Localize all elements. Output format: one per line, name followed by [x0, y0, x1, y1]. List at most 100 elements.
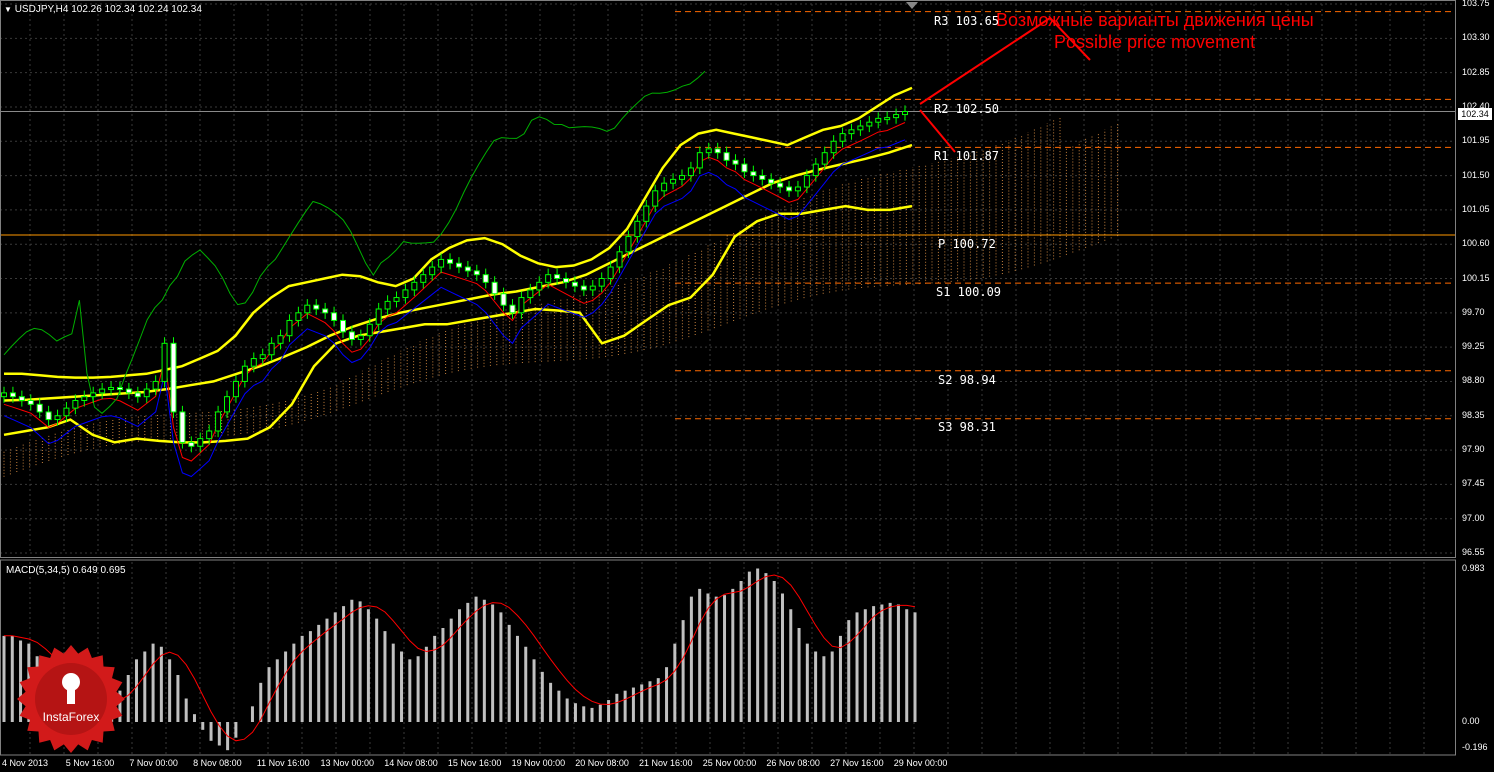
bull-candle [304, 304, 311, 314]
bull-candle [678, 175, 685, 180]
bear-candle [313, 304, 320, 310]
bull-candle [545, 274, 552, 283]
bull-candle [384, 300, 391, 310]
bear-candle [188, 441, 195, 447]
bear-candle [116, 387, 123, 391]
bear-candle [455, 262, 462, 268]
bull-candle [241, 365, 248, 382]
bear-candle [786, 186, 793, 192]
bull-candle [206, 430, 213, 440]
bear-candle [491, 281, 498, 295]
bull-candle [286, 319, 293, 337]
main-pane-border [0, 0, 1456, 558]
dropdown-triangle-icon[interactable]: ▼ [4, 5, 12, 14]
chart-shift-marker-icon[interactable] [906, 2, 918, 9]
time-tick: 4 Nov 2013 [2, 758, 49, 768]
time-tick: 25 Nov 00:00 [702, 758, 757, 768]
bull-candle [616, 251, 623, 268]
time-tick: 5 Nov 16:00 [65, 758, 115, 768]
bull-candle [687, 167, 694, 177]
chikou-span-line [3, 70, 706, 414]
bull-candle [661, 182, 668, 192]
bull-candle [794, 186, 801, 192]
bear-candle [179, 411, 186, 443]
time-tick: 13 Nov 00:00 [320, 758, 375, 768]
bull-candle [268, 342, 275, 356]
symbol-header: ▼ USDJPY,H4 102.26 102.34 102.24 102.34 [4, 4, 202, 15]
bollinger-middle-line [3, 143, 913, 402]
bull-candle [536, 281, 543, 291]
bear-candle [464, 266, 471, 272]
bear-candle [27, 400, 34, 405]
bull-candle [893, 114, 900, 119]
bear-candle [723, 152, 730, 161]
bear-candle [741, 163, 748, 173]
price-tick: 96.55 [1462, 547, 1485, 557]
bear-candle [447, 258, 454, 264]
bull-candle [866, 121, 873, 127]
bull-candle [848, 129, 855, 135]
bull-candle [295, 312, 302, 321]
arrow-down-line [919, 109, 956, 153]
bear-candle [322, 308, 329, 314]
price-tick: 99.70 [1462, 306, 1485, 317]
bear-candle [554, 274, 561, 279]
level-label-r1: R1 101.87 [934, 149, 1000, 163]
time-tick: 29 Nov 00:00 [893, 758, 948, 768]
bear-candle [750, 171, 757, 177]
time-tick: 14 Nov 08:00 [384, 758, 438, 768]
bull-candle [634, 220, 641, 238]
bear-candle [348, 331, 355, 340]
level-label-s3: S3 98.31 [938, 420, 996, 434]
price-tick: 101.95 [1462, 135, 1490, 146]
time-tick: 27 Nov 16:00 [830, 758, 884, 768]
bear-candle [134, 392, 141, 398]
bear-candle [571, 281, 578, 287]
time-tick: 21 Nov 16:00 [639, 758, 693, 768]
price-tick: 103.30 [1462, 32, 1490, 43]
bull-candle [143, 388, 150, 398]
bull-candle [161, 342, 168, 382]
bull-candle [438, 258, 445, 268]
price-tick: 97.00 [1462, 512, 1485, 523]
chart-frame [0, 0, 1456, 756]
price-tick: 99.25 [1462, 341, 1485, 352]
bull-candle [215, 411, 222, 432]
bull-candle [902, 111, 908, 116]
bull-candle [232, 380, 239, 398]
bull-candle [652, 190, 659, 207]
bull-candle [90, 392, 97, 398]
bear-candle [500, 293, 507, 306]
time-tick: 7 Nov 00:00 [129, 758, 178, 768]
bollinger-upper-line [4, 86, 913, 379]
bull-candle [625, 236, 632, 253]
symbol-info: USDJPY,H4 102.26 102.34 102.24 102.34 [14, 4, 202, 15]
price-tick: 103.75 [1462, 0, 1490, 8]
bear-candle [580, 285, 587, 291]
price-tick: 100.60 [1462, 238, 1490, 249]
bull-candle [108, 387, 115, 391]
bull-candle [598, 278, 605, 287]
bull-candle [224, 396, 231, 413]
annotation-en: Possible price movement [1054, 32, 1256, 52]
bull-candle [420, 274, 427, 283]
logo-text: InstaForex [42, 710, 100, 724]
bear-candle [777, 182, 784, 188]
bull-candle [81, 396, 88, 401]
level-label-r3: R3 103.65 [934, 14, 1000, 28]
bear-candle [125, 388, 132, 394]
bull-candle [152, 380, 159, 390]
macd-tick-max: 0.983 [1462, 563, 1485, 573]
price-tick: 102.85 [1462, 66, 1490, 77]
instaforex-logo-icon: InstaForex [16, 644, 126, 754]
bull-candle [99, 388, 106, 394]
bull-candle [393, 297, 400, 302]
price-tick: 97.45 [1462, 478, 1485, 489]
bull-candle [527, 289, 534, 299]
bull-candle [411, 281, 418, 291]
bear-candle [36, 403, 43, 413]
bull-candle [259, 354, 266, 360]
bull-candle [839, 133, 846, 142]
bull-candle [812, 163, 819, 177]
bear-candle [473, 270, 480, 276]
